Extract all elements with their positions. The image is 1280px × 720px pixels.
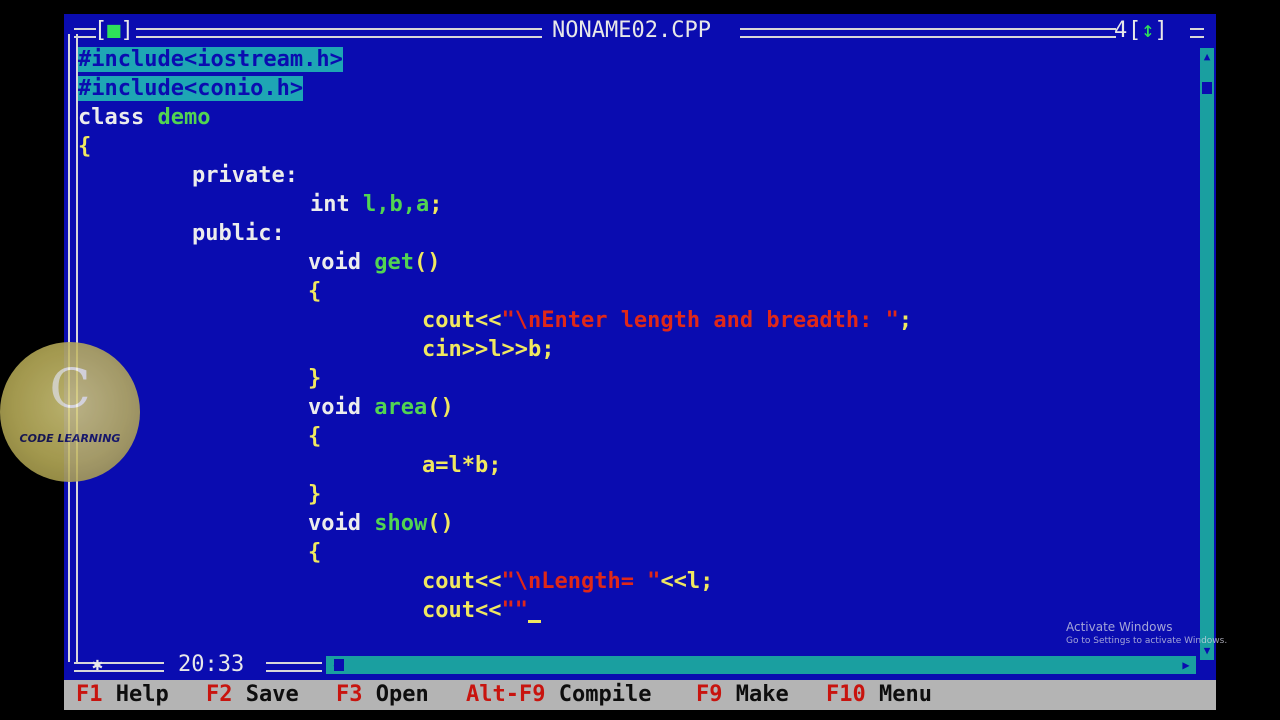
code-line: #include<conio.h> — [78, 75, 304, 103]
frame-line — [136, 28, 542, 38]
code-line: { — [308, 540, 322, 565]
code-line: a=l*b; — [422, 453, 502, 478]
f9-make-button[interactable]: F9 Make — [696, 682, 789, 708]
code-line: void area() — [308, 395, 454, 420]
frame-line — [740, 28, 1116, 38]
code-line: private: — [192, 163, 298, 188]
selected-text: #include<iostream.h> — [78, 47, 343, 72]
code-line: cout<<"\nEnter length and breadth: "; — [422, 308, 913, 333]
code-line: } — [308, 482, 322, 507]
channel-logo: C CODE LEARNING — [0, 342, 140, 482]
vertical-scrollbar[interactable]: ▲ ▼ — [1200, 48, 1214, 660]
f1-help-button[interactable]: F1 Help — [76, 682, 169, 708]
title-bar: [■] NONAME02.CPP 4 [↕] — [64, 14, 1216, 48]
frame-line — [74, 662, 164, 672]
modified-indicator-icon: ✱ — [92, 654, 103, 675]
code-line: #include<iostream.h> — [78, 46, 343, 74]
code-line: { — [308, 424, 322, 449]
code-line: } — [308, 366, 322, 391]
text-cursor — [527, 620, 541, 623]
activation-title: Activate Windows — [1066, 620, 1173, 634]
close-button[interactable]: [■] — [94, 18, 134, 44]
f2-save-button[interactable]: F2 Save — [206, 682, 299, 708]
cursor-position: 20:33 — [178, 652, 245, 677]
horizontal-scroll-thumb[interactable] — [334, 659, 344, 671]
code-line: public: — [192, 221, 285, 246]
logo-mark-icon: C — [49, 357, 91, 420]
function-key-bar: F1 Help F2 Save F3 Open Alt-F9 Compile F… — [64, 680, 1216, 710]
code-line: { — [308, 279, 322, 304]
window-number: 4 — [1114, 18, 1128, 43]
logo-text: CODE LEARNING — [19, 432, 121, 445]
turbo-cpp-editor-window: [■] NONAME02.CPP 4 [↕] ▲ ▼ #include<iost… — [64, 14, 1216, 710]
code-editor[interactable]: #include<iostream.h> #include<conio.h> c… — [78, 46, 1194, 648]
code-line: cout<<"" — [422, 597, 541, 625]
f10-menu-button[interactable]: F10 Menu — [826, 682, 932, 708]
selected-text: #include<conio.h> — [78, 76, 304, 101]
horizontal-scrollbar[interactable]: ◀ ▶ — [326, 656, 1196, 674]
frame-line — [1190, 28, 1204, 38]
code-line: cout<<"\nLength= "<<l; — [422, 569, 714, 594]
zoom-icon: ↕ — [1141, 18, 1155, 43]
zoom-button[interactable]: [↕] — [1128, 18, 1168, 44]
scroll-up-arrow-icon[interactable]: ▲ — [1200, 50, 1214, 64]
status-row: ✱ 20:33 ◀ ▶ — [64, 650, 1216, 680]
code-line: { — [78, 134, 92, 159]
code-line: cin>>l>>b; — [422, 337, 555, 362]
scroll-right-arrow-icon[interactable]: ▶ — [1178, 656, 1194, 674]
activation-watermark: Activate Windows Go to Settings to activ… — [1066, 619, 1227, 647]
code-line: void show() — [308, 511, 454, 536]
code-line: int l,b,a; — [310, 192, 443, 217]
vertical-scroll-thumb[interactable] — [1202, 82, 1212, 94]
frame-line — [266, 662, 322, 672]
alt-f9-compile-button[interactable]: Alt-F9 Compile — [466, 682, 651, 708]
activation-subtitle: Go to Settings to activate Windows. — [1066, 636, 1228, 646]
f3-open-button[interactable]: F3 Open — [336, 682, 429, 708]
window-title: NONAME02.CPP — [552, 18, 711, 43]
code-line: void get() — [308, 250, 441, 275]
close-icon: ■ — [107, 18, 121, 43]
code-line: class demo — [78, 105, 211, 130]
